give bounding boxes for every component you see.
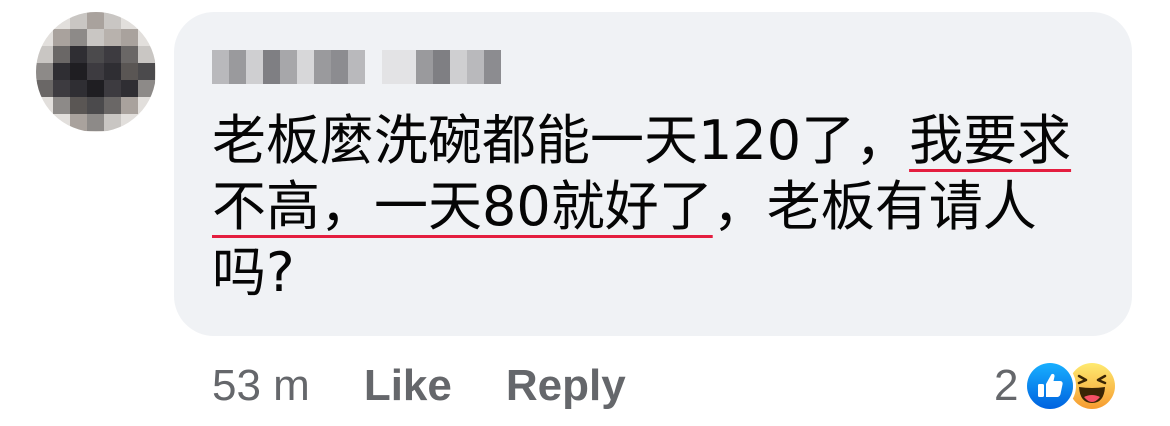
avatar-pixel bbox=[121, 63, 138, 80]
avatar-pixel bbox=[138, 29, 155, 46]
avatar-pixel bbox=[36, 29, 53, 46]
avatar-pixel bbox=[36, 63, 53, 80]
avatar-pixel bbox=[104, 46, 121, 63]
avatar-pixel bbox=[53, 63, 70, 80]
avatar-pixel bbox=[138, 63, 155, 80]
name-blur-cell bbox=[263, 50, 280, 84]
avatar-pixel bbox=[87, 63, 104, 80]
avatar-pixel bbox=[70, 63, 87, 80]
avatar-pixel bbox=[36, 46, 53, 63]
avatar-pixel bbox=[87, 29, 104, 46]
reaction-summary[interactable]: 2 bbox=[994, 356, 1119, 416]
name-blur-cell bbox=[433, 50, 450, 84]
avatar-pixel bbox=[70, 80, 87, 97]
avatar-pixel bbox=[87, 97, 104, 114]
avatar-pixel bbox=[138, 97, 155, 114]
avatar-pixel bbox=[70, 29, 87, 46]
like-reaction-icon bbox=[1024, 360, 1077, 412]
name-blur-cell bbox=[484, 50, 501, 84]
name-blur-cell bbox=[297, 50, 314, 84]
avatar-pixel bbox=[121, 114, 138, 131]
avatar-pixel bbox=[53, 114, 70, 131]
avatar-pixel bbox=[87, 80, 104, 97]
name-blur-cell bbox=[229, 50, 246, 84]
reply-button[interactable]: Reply bbox=[506, 361, 626, 411]
avatar-pixel bbox=[53, 80, 70, 97]
avatar-pixel bbox=[121, 12, 138, 29]
avatar-pixel bbox=[104, 29, 121, 46]
name-blur-cell bbox=[246, 50, 263, 84]
avatar-pixel bbox=[36, 12, 53, 29]
avatar-pixel bbox=[121, 29, 138, 46]
avatar-pixel bbox=[87, 114, 104, 131]
name-blur-cell bbox=[416, 50, 433, 84]
name-blur-cell bbox=[382, 50, 399, 84]
avatar-pixel bbox=[36, 114, 53, 131]
avatar-pixel bbox=[121, 46, 138, 63]
avatar-pixel bbox=[53, 46, 70, 63]
avatar-pixel bbox=[70, 46, 87, 63]
reaction-count: 2 bbox=[994, 361, 1019, 410]
avatar-pixel bbox=[104, 63, 121, 80]
avatar-pixel bbox=[138, 12, 155, 29]
comment-actions: 53 m Like Reply bbox=[212, 356, 680, 416]
avatar-pixel bbox=[53, 97, 70, 114]
avatar-pixel bbox=[138, 114, 155, 131]
avatar-pixel bbox=[138, 80, 155, 97]
avatar-pixel bbox=[36, 80, 53, 97]
name-blur-cell bbox=[348, 50, 365, 84]
name-blur-cell bbox=[314, 50, 331, 84]
name-blur-cell bbox=[467, 50, 484, 84]
avatar-pixel bbox=[104, 114, 121, 131]
name-blur-cell bbox=[212, 50, 229, 84]
avatar-pixel bbox=[104, 80, 121, 97]
comment-timestamp[interactable]: 53 m bbox=[212, 361, 310, 411]
avatar-pixel bbox=[104, 97, 121, 114]
comment-text: 老板麼洗碗都能一天120了，我要求不高，一天80就好了，老板有请人吗? bbox=[212, 108, 1102, 306]
avatar-pixel bbox=[53, 12, 70, 29]
avatar-pixel bbox=[70, 12, 87, 29]
avatar-pixel bbox=[121, 80, 138, 97]
name-blur-cell bbox=[450, 50, 467, 84]
avatar-pixel bbox=[70, 114, 87, 131]
avatar[interactable] bbox=[36, 12, 156, 132]
avatar-pixel bbox=[104, 12, 121, 29]
author-name-blurred[interactable] bbox=[212, 50, 512, 84]
name-blur-cell bbox=[331, 50, 348, 84]
name-blur-cell bbox=[399, 50, 416, 84]
avatar-pixel bbox=[87, 46, 104, 63]
name-blur-cell bbox=[365, 50, 382, 84]
like-button[interactable]: Like bbox=[364, 361, 452, 411]
avatar-pixel bbox=[87, 12, 104, 29]
avatar-pixel bbox=[36, 97, 53, 114]
avatar-pixel bbox=[70, 97, 87, 114]
avatar-pixel bbox=[53, 29, 70, 46]
avatar-pixel bbox=[121, 97, 138, 114]
comment-text-start: 老板麼洗碗都能一天120了， bbox=[212, 109, 910, 172]
name-blur-cell bbox=[280, 50, 297, 84]
avatar-pixel bbox=[138, 46, 155, 63]
